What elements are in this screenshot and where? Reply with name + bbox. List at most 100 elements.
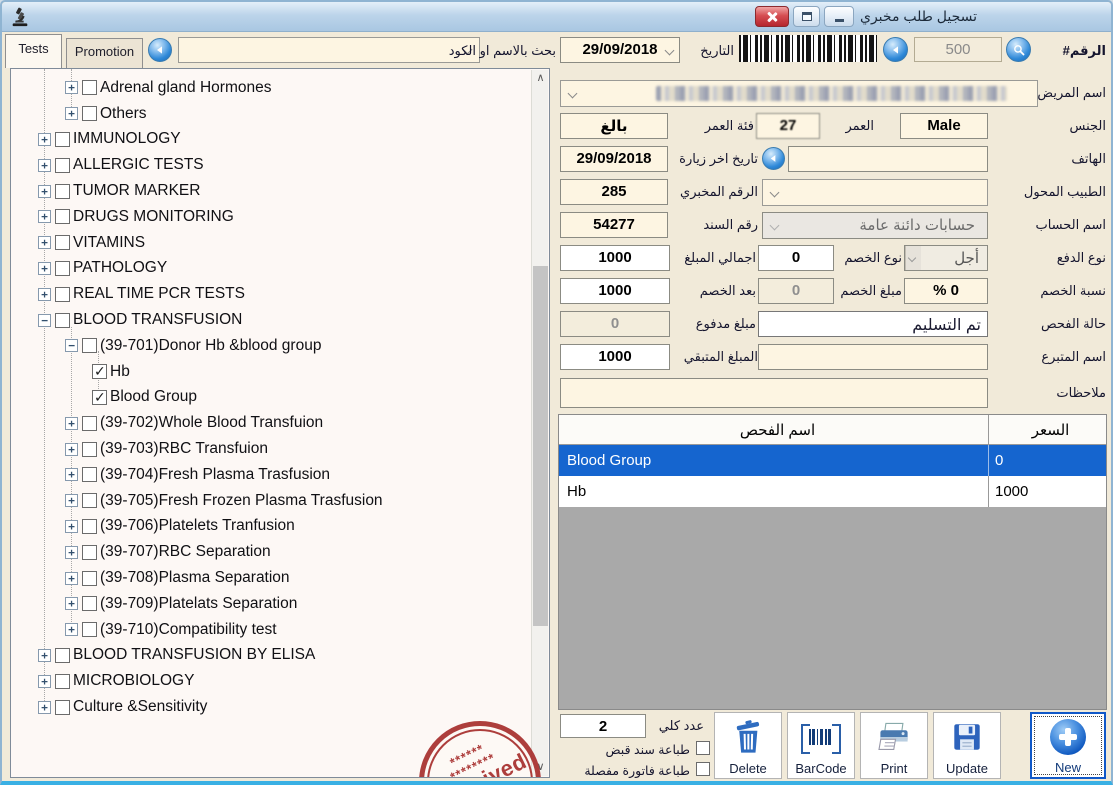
tree-checkbox[interactable] [55,235,70,250]
tree-checkbox[interactable] [55,261,70,276]
tree-item[interactable]: +Adrenal gland Hormones [11,75,531,101]
tree-checkbox[interactable] [82,622,97,637]
tree-checkbox[interactable] [55,132,70,147]
expand-icon[interactable]: + [65,546,78,559]
tree-checkbox[interactable] [55,700,70,715]
expand-icon[interactable]: + [65,468,78,481]
expand-icon[interactable]: + [38,288,51,301]
status-field[interactable]: تم التسليم [758,311,988,337]
voucher-number-field[interactable]: 54277 [560,212,668,238]
minimize-button[interactable] [824,6,854,27]
tree-item[interactable]: +Others [11,101,531,127]
tree-item[interactable]: +REAL TIME PCR TESTS [11,281,531,307]
tree-checkbox[interactable] [55,648,70,663]
test-row[interactable]: Blood Group0 [559,445,1106,476]
tree-checkbox[interactable] [92,364,107,379]
after-discount-field[interactable]: 1000 [560,278,670,304]
update-button[interactable]: Update [933,712,1001,779]
collapse-icon[interactable]: − [38,314,51,327]
tree-item[interactable]: +(39-710)Compatibility test [11,617,531,643]
tree-checkbox[interactable] [82,338,97,353]
tree-item[interactable]: +ALLERGIC TESTS [11,152,531,178]
tree-checkbox[interactable] [82,571,97,586]
donor-name-field[interactable] [758,344,988,370]
tree-checkbox[interactable] [82,493,97,508]
expand-icon[interactable]: + [38,185,51,198]
phone-field[interactable] [788,146,988,172]
paid-amount-field[interactable]: 0 [560,311,670,337]
test-name-header[interactable]: اسم الفحص [559,415,988,444]
tree-item[interactable]: +(39-702)Whole Blood Transfuion [11,410,531,436]
tree-item[interactable]: +(39-705)Fresh Frozen Plasma Trasfusion [11,488,531,514]
tree-checkbox[interactable] [55,209,70,224]
date-picker[interactable]: 29/09/2018 [560,37,680,63]
tree-item[interactable]: +VITAMINS [11,230,531,256]
tree-checkbox[interactable] [55,158,70,173]
tree-checkbox[interactable] [82,80,97,95]
expand-icon[interactable]: + [38,675,51,688]
expand-icon[interactable]: + [65,107,78,120]
patient-name-combo[interactable] [560,80,1038,107]
expand-icon[interactable]: + [38,159,51,172]
tree-checkbox[interactable] [82,467,97,482]
remaining-amount-field[interactable]: 1000 [560,344,670,370]
tree-checkbox[interactable] [82,106,97,121]
lab-number-field[interactable]: 285 [560,179,668,205]
delete-button[interactable]: Delete [714,712,782,779]
tree-item[interactable]: Blood Group [11,385,531,411]
tree-checkbox[interactable] [82,545,97,560]
discount-amount-field[interactable]: 0 [758,278,834,304]
new-button[interactable]: New [1030,712,1106,779]
tree-item[interactable]: +DRUGS MONITORING [11,204,531,230]
tree-checkbox[interactable] [55,184,70,199]
collapse-icon[interactable]: − [65,339,78,352]
close-button[interactable] [755,6,789,27]
search-prev-button[interactable] [148,38,172,62]
tree-checkbox[interactable] [82,519,97,534]
scrollbar-thumb[interactable] [533,266,548,626]
expand-icon[interactable]: + [38,701,51,714]
print-invoice-checkbox[interactable] [696,762,710,776]
doctor-combo[interactable] [762,179,988,206]
tree-item[interactable]: +MICROBIOLOGY [11,668,531,694]
tree-item[interactable]: +BLOOD TRANSFUSION BY ELISA [11,643,531,669]
age-field[interactable]: 27 [756,113,820,139]
grid-header[interactable]: اسم الفحص السعر [559,415,1106,445]
tree-scrollbar[interactable]: ∧ ∨ [531,70,548,776]
barcode-button[interactable]: BarCode [787,712,855,779]
tree-item[interactable]: −(39-701)Donor Hb &blood group [11,333,531,359]
tree-item[interactable]: +Culture &Sensitivity [11,694,531,720]
tree-item[interactable]: +(39-706)Platelets Tranfusion [11,514,531,540]
total-count-field[interactable]: 2 [560,714,646,738]
tree-checkbox[interactable] [55,313,70,328]
restore-button[interactable] [793,6,820,27]
tree-item[interactable]: Hb [11,359,531,385]
expand-icon[interactable]: + [65,597,78,610]
discount-percent-field[interactable]: % 0 [904,278,988,304]
expand-icon[interactable]: + [65,417,78,430]
test-row[interactable]: Hb1000 [559,476,1106,507]
tree-checkbox[interactable] [55,674,70,689]
tree-item[interactable]: +IMMUNOLOGY [11,127,531,153]
tree-checkbox[interactable] [82,416,97,431]
phone-prev-button[interactable] [762,147,785,170]
expand-icon[interactable]: + [65,520,78,533]
record-number-input[interactable]: 500 [914,37,1002,62]
expand-icon[interactable]: + [38,236,51,249]
tree-item[interactable]: +PATHOLOGY [11,256,531,282]
tree-item[interactable]: +TUMOR MARKER [11,178,531,204]
price-header[interactable]: السعر [988,415,1106,444]
tree-checkbox[interactable] [82,442,97,457]
record-prev-button[interactable] [883,37,908,62]
expand-icon[interactable]: + [65,572,78,585]
last-visit-field[interactable]: 29/09/2018 [560,146,668,172]
tab-promotion[interactable]: Promotion [66,38,143,68]
tree-checkbox[interactable] [92,390,107,405]
gender-field[interactable]: Male [900,113,988,139]
tab-tests[interactable]: Tests [5,34,62,68]
expand-icon[interactable]: + [38,262,51,275]
print-button[interactable]: Print [860,712,928,779]
scroll-up-icon[interactable]: ∧ [532,70,549,87]
tree-item[interactable]: −BLOOD TRANSFUSION [11,307,531,333]
discount-type-field[interactable]: 0 [758,245,834,271]
